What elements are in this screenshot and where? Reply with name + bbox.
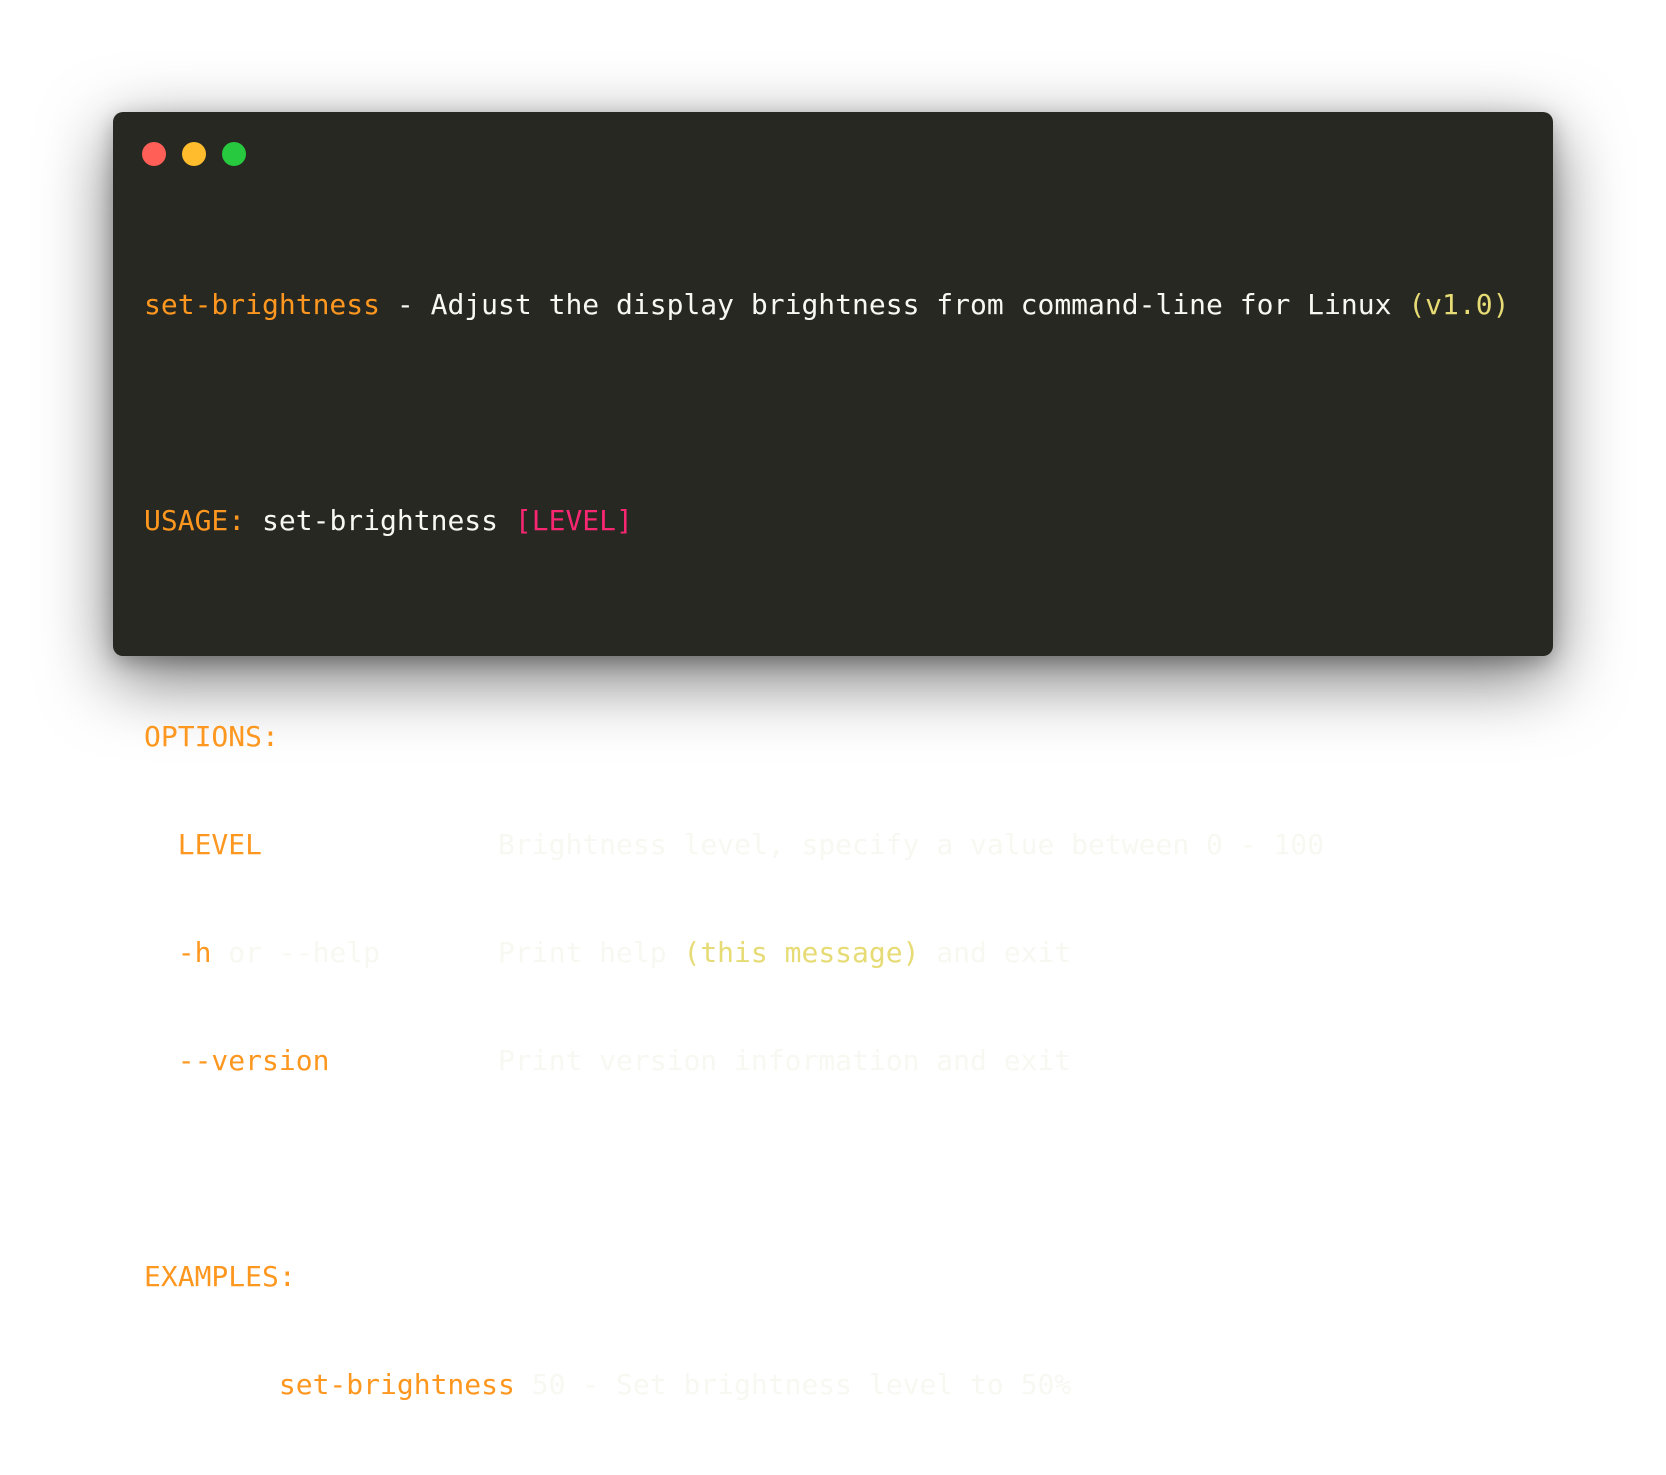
options-label: OPTIONS: xyxy=(144,720,279,753)
option-description-highlight: (this message) xyxy=(683,936,920,969)
option-flag: -h xyxy=(144,936,212,969)
option-row: -h or --help Print help (this message) a… xyxy=(144,935,1533,971)
example-row: set-brightness 50 - Set brightness level… xyxy=(144,1367,1533,1403)
usage-label: USAGE: xyxy=(144,504,246,537)
command-description: - Adjust the display brightness from com… xyxy=(380,288,1409,321)
terminal-window: set-brightness - Adjust the display brig… xyxy=(113,112,1553,1401)
option-row: LEVEL Brightness level, specify a value … xyxy=(144,827,1533,863)
example-indent xyxy=(144,1368,279,1401)
option-flag: LEVEL xyxy=(144,828,263,861)
option-flag: --version xyxy=(144,1044,330,1077)
header-line: set-brightness - Adjust the display brig… xyxy=(144,287,1533,323)
window-controls xyxy=(142,142,246,166)
version-label: (v1.0) xyxy=(1408,288,1510,321)
option-description: Print help xyxy=(498,936,684,969)
usage-command: set-brightness xyxy=(245,504,515,537)
example-command: set-brightness xyxy=(278,1368,515,1401)
options-heading: OPTIONS: xyxy=(144,719,1533,755)
zoom-button[interactable] xyxy=(222,142,246,166)
option-description: Print version information and exit xyxy=(498,1044,1072,1077)
usage-argument: [LEVEL] xyxy=(514,504,633,537)
examples-label: EXAMPLES: xyxy=(144,1260,296,1293)
examples-heading: EXAMPLES: xyxy=(144,1259,1533,1295)
option-connector: or --help xyxy=(211,936,381,969)
option-padding xyxy=(329,1044,498,1077)
example-description: 50 - Set brightness level to 50% xyxy=(514,1368,1072,1401)
option-padding xyxy=(380,936,498,969)
usage-line: USAGE: set-brightness [LEVEL] xyxy=(144,503,1533,539)
option-description: Brightness level, specify a value betwee… xyxy=(498,828,1325,861)
option-padding xyxy=(262,828,498,861)
close-button[interactable] xyxy=(142,142,166,166)
option-row: --version Print version information and … xyxy=(144,1043,1533,1079)
terminal-output: set-brightness - Adjust the display brig… xyxy=(144,215,1533,1475)
option-description-tail: and exit xyxy=(919,936,1072,969)
minimize-button[interactable] xyxy=(182,142,206,166)
command-name: set-brightness xyxy=(144,288,381,321)
